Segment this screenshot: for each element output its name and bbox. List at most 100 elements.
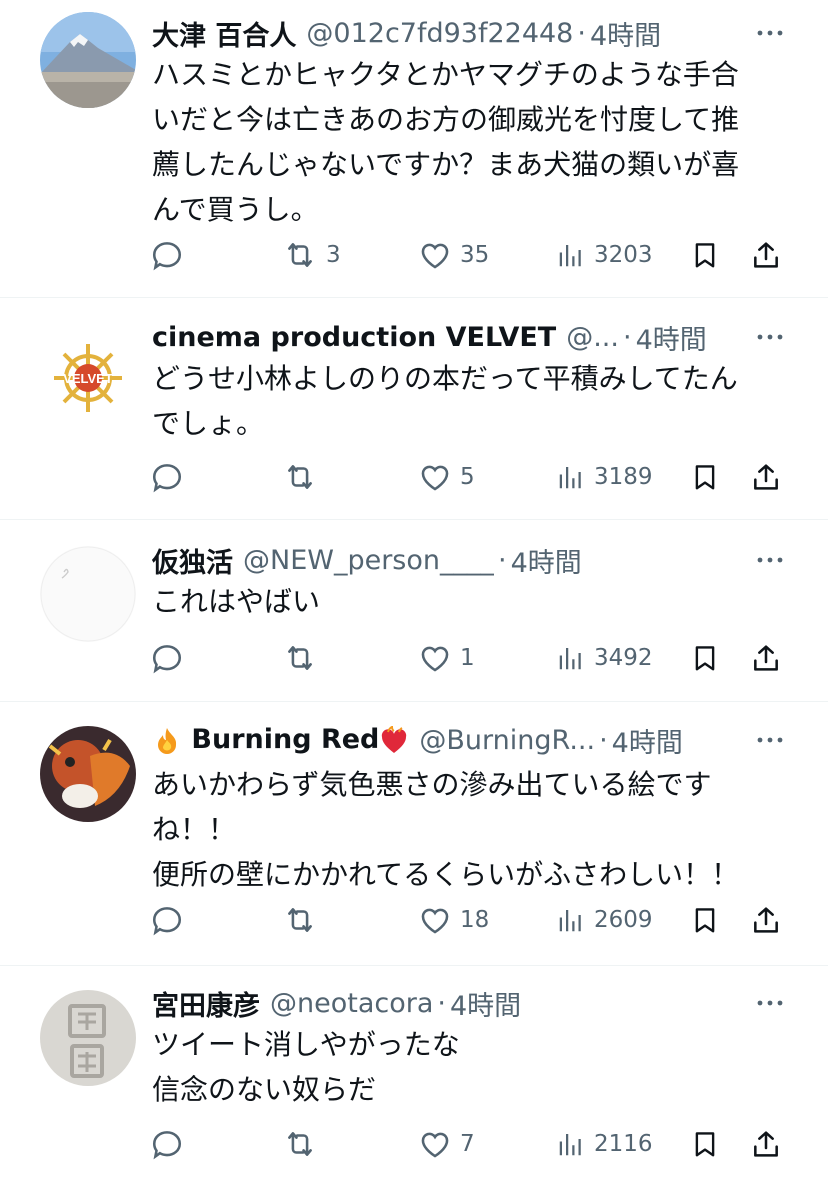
bar-chart-icon: [556, 240, 586, 270]
views-button[interactable]: 3189: [556, 455, 653, 499]
bookmark-icon: [690, 641, 720, 675]
author-handle[interactable]: @BurningR...: [419, 725, 595, 756]
bar-chart-icon: [556, 462, 586, 492]
timestamp[interactable]: 4時間: [511, 541, 582, 580]
tweet[interactable]: 宮田康彦 @neotacora · 4時間 ツイート消しやがったな 信念のない奴らだ 7 2…: [0, 966, 828, 1182]
reply-button[interactable]: [150, 1122, 192, 1166]
heart-icon: [418, 903, 452, 937]
bar-chart-icon: [556, 905, 586, 935]
retweet-button[interactable]: [282, 455, 326, 499]
fire-emoji-icon: [158, 727, 177, 754]
author-name[interactable]: 仮独活: [152, 541, 233, 580]
share-button[interactable]: [750, 1122, 782, 1166]
like-button[interactable]: 35: [418, 233, 489, 277]
share-icon: [750, 1127, 782, 1161]
tweet-header: 大津 百合人 @012c7fd93f22448 · 4時間: [152, 13, 758, 53]
timestamp[interactable]: 4時間: [590, 14, 661, 53]
bookmark-button[interactable]: [690, 233, 720, 277]
bookmark-button[interactable]: [690, 455, 720, 499]
tweet-actions: 5 3189: [150, 455, 790, 499]
retweet-icon: [282, 903, 318, 937]
reply-button[interactable]: [150, 233, 192, 277]
author-name[interactable]: Burning Red: [152, 724, 409, 756]
views-button[interactable]: 2116: [556, 1122, 653, 1166]
share-button[interactable]: [750, 636, 782, 680]
separator-dot: ·: [498, 544, 507, 576]
tweet[interactable]: 仮独活 @NEW_person____ · 4時間 これはやばい 1 3492: [0, 520, 828, 702]
author-name[interactable]: cinema production VELVET: [152, 322, 556, 353]
like-button[interactable]: 18: [418, 898, 489, 942]
views-button[interactable]: 2609: [556, 898, 653, 942]
tweet-text: ハスミとかヒャクタとかヤマグチのような手合 いだと今は亡きあのお方の御威光を忖度…: [152, 58, 740, 226]
retweet-button[interactable]: 3: [282, 233, 341, 277]
tweet-text: どうせ小林よしのりの本だって平積みしてたん でしょ。: [152, 362, 738, 440]
retweet-button[interactable]: [282, 898, 326, 942]
reply-button[interactable]: [150, 636, 192, 680]
separator-dot: ·: [437, 987, 446, 1019]
author-handle[interactable]: @neotacora: [270, 988, 433, 1019]
reply-button[interactable]: [150, 898, 192, 942]
svg-text:VELVET: VELVET: [63, 371, 113, 386]
retweet-icon: [282, 641, 318, 675]
author-handle[interactable]: @NEW_person____: [243, 545, 494, 576]
views-button[interactable]: 3492: [556, 636, 653, 680]
bookmark-icon: [690, 903, 720, 937]
tweet-header: Burning Red @BurningR... · 4時間: [152, 720, 758, 760]
burning-heart-emoji-icon: [382, 725, 407, 753]
tweet-header: 宮田康彦 @neotacora · 4時間: [152, 983, 758, 1023]
reply-button[interactable]: [150, 455, 192, 499]
like-button[interactable]: 1: [418, 636, 475, 680]
more-options-icon[interactable]: [752, 720, 788, 760]
author-handle[interactable]: @012c7fd93f22448: [306, 18, 573, 49]
author-name[interactable]: 宮田康彦: [152, 984, 260, 1023]
view-count: 3203: [594, 242, 653, 268]
view-count: 3492: [594, 645, 653, 671]
avatar[interactable]: [40, 12, 136, 108]
display-name[interactable]: 大津 百合人: [152, 21, 296, 52]
reply-icon: [150, 641, 184, 675]
view-count: 2609: [594, 907, 653, 933]
retweet-count: 3: [326, 242, 341, 268]
share-button[interactable]: [750, 455, 782, 499]
retweet-button[interactable]: [282, 636, 326, 680]
display-name[interactable]: cinema production VELVET: [152, 322, 556, 353]
more-options-icon[interactable]: [752, 983, 788, 1023]
timestamp[interactable]: 4時間: [612, 721, 683, 760]
retweet-icon: [282, 460, 318, 494]
tweet[interactable]: VELVET cinema production VELVET @... · 4時間 どう…: [0, 298, 828, 520]
like-button[interactable]: 5: [418, 455, 475, 499]
timestamp[interactable]: 4時間: [636, 318, 707, 357]
like-count: 5: [460, 464, 475, 490]
separator-dot: ·: [577, 17, 586, 49]
more-options-icon[interactable]: [752, 13, 788, 53]
display-name[interactable]: 仮独活: [152, 548, 233, 579]
view-count: 3189: [594, 464, 653, 490]
avatar[interactable]: VELVET: [40, 330, 136, 426]
bookmark-button[interactable]: [690, 898, 720, 942]
views-button[interactable]: 3203: [556, 233, 653, 277]
share-button[interactable]: [750, 233, 782, 277]
avatar[interactable]: [40, 546, 136, 642]
tweet[interactable]: Burning Red @BurningR... · 4時間 あいかわらず気色悪さの滲み…: [0, 702, 828, 966]
avatar[interactable]: [40, 726, 136, 822]
author-name[interactable]: 大津 百合人: [152, 14, 296, 53]
display-name[interactable]: 宮田康彦: [152, 991, 260, 1022]
bookmark-button[interactable]: [690, 1122, 720, 1166]
heart-icon: [418, 460, 452, 494]
tweet[interactable]: 大津 百合人 @012c7fd93f22448 · 4時間ハスミとかヒャクタとかヤマグ…: [0, 0, 828, 298]
share-icon: [750, 460, 782, 494]
share-button[interactable]: [750, 898, 782, 942]
retweet-icon: [282, 238, 318, 272]
timestamp[interactable]: 4時間: [450, 984, 521, 1023]
share-icon: [750, 903, 782, 937]
reply-icon: [150, 238, 184, 272]
bookmark-button[interactable]: [690, 636, 720, 680]
author-handle[interactable]: @...: [566, 322, 619, 353]
tweet-actions: 3 35 3203: [150, 233, 790, 277]
retweet-button[interactable]: [282, 1122, 326, 1166]
more-options-icon[interactable]: [752, 317, 788, 357]
more-options-icon[interactable]: [752, 540, 788, 580]
display-name[interactable]: Burning Red: [191, 724, 379, 755]
like-button[interactable]: 7: [418, 1122, 475, 1166]
avatar[interactable]: [40, 990, 136, 1086]
